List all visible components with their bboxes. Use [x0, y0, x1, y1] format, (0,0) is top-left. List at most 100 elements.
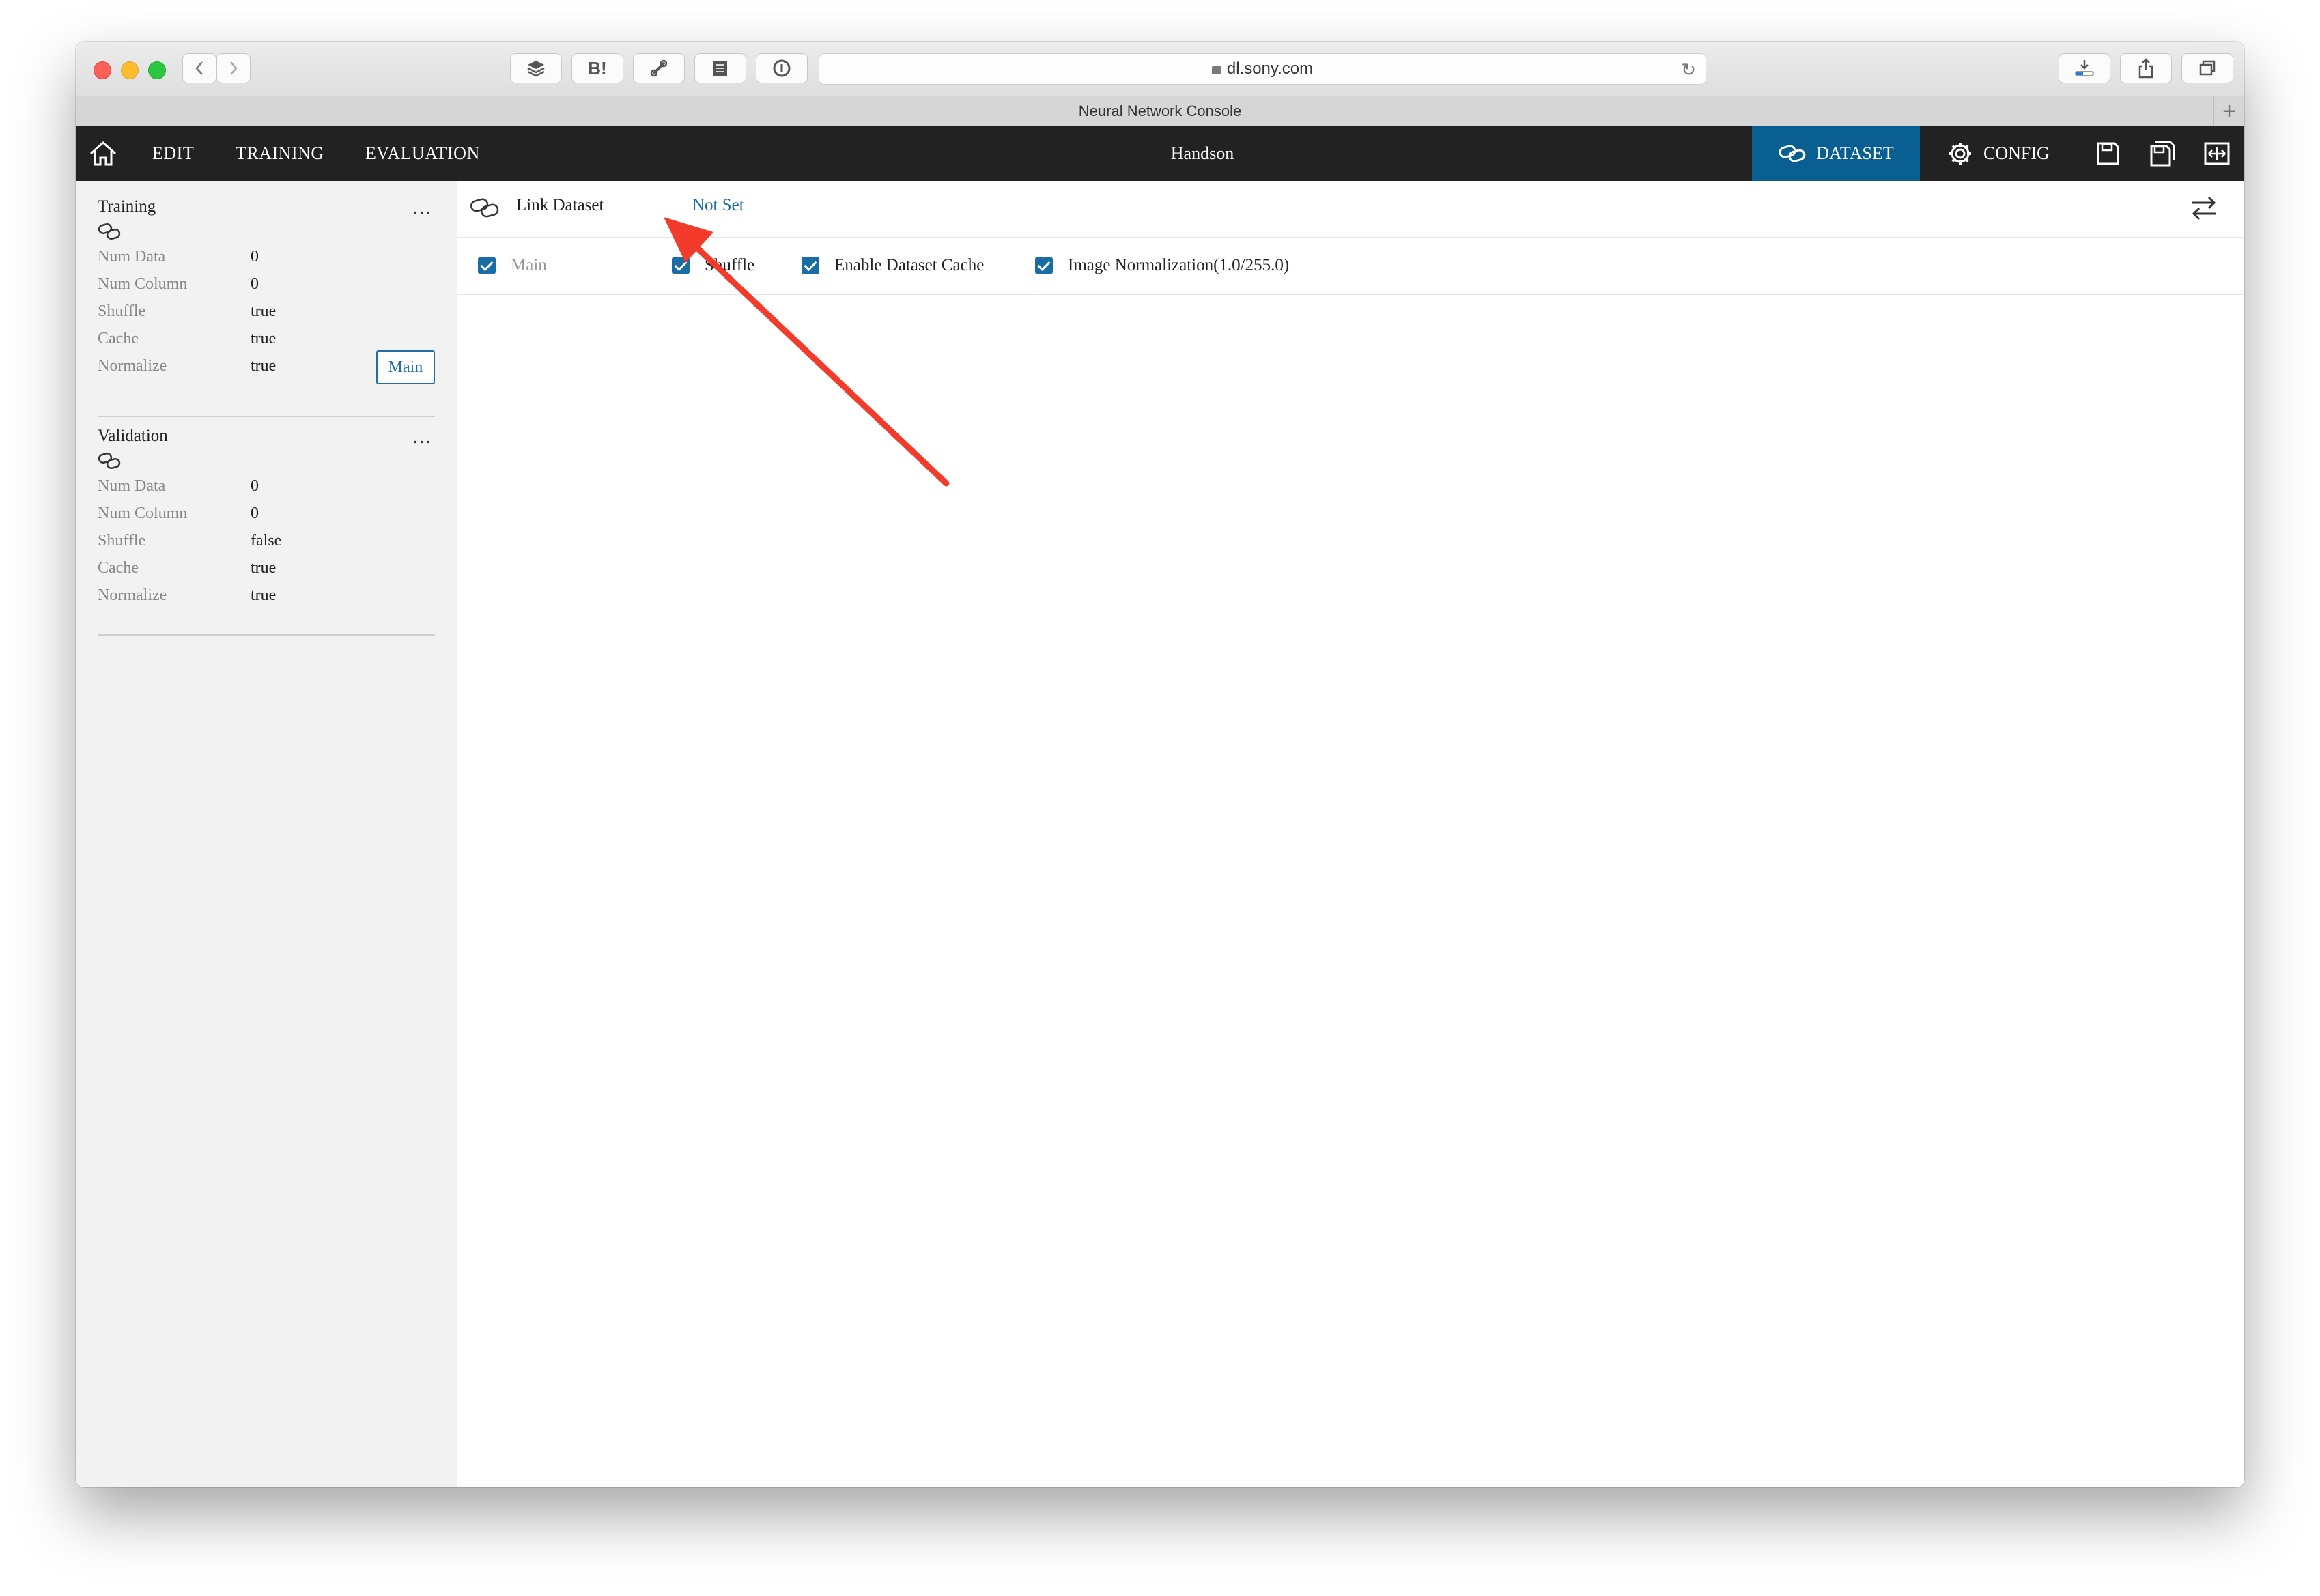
- row-label: Normalize: [98, 586, 167, 604]
- validation-row-num-data: Num Data 0: [98, 477, 435, 498]
- tab-dataset[interactable]: DATASET: [1752, 126, 1920, 181]
- row-value: 0: [251, 477, 259, 495]
- tabs-icon: [2199, 60, 2216, 76]
- option-enable-dataset-cache[interactable]: Enable Dataset Cache: [802, 255, 984, 276]
- checkbox-shuffle[interactable]: [672, 257, 690, 274]
- training-dataset-card[interactable]: Training ... Num Data 0 Num Column 0 Shu…: [98, 196, 435, 423]
- chevron-left-icon: [195, 61, 203, 75]
- dataset-main-panel: Link Dataset Not Set Main Shuffle Enable…: [457, 181, 2244, 1487]
- option-image-normalization[interactable]: Image Normalization(1.0/255.0): [1035, 255, 1289, 276]
- validation-row-num-column: Num Column 0: [98, 504, 435, 525]
- info-circle-icon: [773, 59, 791, 77]
- dataset-options-row: Main Shuffle Enable Dataset Cache Image …: [457, 237, 2244, 295]
- layers-extension-button[interactable]: [510, 53, 562, 83]
- checkbox-image-normalization[interactable]: [1035, 257, 1053, 274]
- training-more-button[interactable]: ...: [413, 196, 433, 219]
- link-dataset-label: Link Dataset: [516, 196, 604, 214]
- lock-icon: [1211, 66, 1221, 74]
- row-value: true: [251, 559, 277, 577]
- row-label: Num Column: [98, 275, 188, 293]
- address-bar[interactable]: dl.sony.com ↻: [819, 53, 1706, 85]
- project-title: Handson: [1170, 143, 1234, 163]
- link-dataset-row: Link Dataset Not Set: [457, 181, 2244, 238]
- training-row-num-column: Num Column 0: [98, 275, 435, 296]
- validation-row-cache: Cache true: [98, 559, 435, 580]
- validation-row-normalize: Normalize true: [98, 586, 435, 607]
- notebook-icon: [713, 61, 727, 76]
- hatena-label: B!: [588, 57, 607, 79]
- main-dataset-badge[interactable]: Main: [376, 350, 435, 384]
- row-value: true: [251, 302, 277, 320]
- browser-toolbar: B! dl.sony.com ↻: [76, 42, 2244, 97]
- tabs-overview-button[interactable]: [2181, 53, 2233, 83]
- new-tab-button[interactable]: +: [2213, 96, 2244, 126]
- link-icon: [470, 198, 499, 218]
- notes-extension-button[interactable]: [694, 53, 746, 83]
- app-header: EDIT TRAINING EVALUATION Handson DATASET…: [76, 126, 2244, 181]
- download-icon: [2075, 60, 2094, 76]
- row-value: 0: [251, 275, 259, 293]
- validation-row-shuffle: Shuffle false: [98, 532, 435, 552]
- row-label: Normalize: [98, 357, 167, 375]
- checkbox-main[interactable]: [478, 257, 496, 274]
- section-divider: [98, 416, 435, 417]
- training-row-cache: Cache true: [98, 330, 435, 350]
- close-window-button[interactable]: [94, 61, 111, 79]
- link-dataset-value[interactable]: Not Set: [692, 196, 744, 215]
- training-title: Training: [98, 197, 156, 216]
- validation-dataset-card[interactable]: Validation ... Num Data 0 Num Column 0 S…: [98, 425, 435, 645]
- option-main[interactable]: Main: [478, 255, 547, 276]
- checkbox-enable-dataset-cache[interactable]: [802, 257, 819, 274]
- training-row-shuffle: Shuffle true: [98, 302, 435, 323]
- nav-training[interactable]: TRAINING: [236, 126, 324, 181]
- swap-arrows-icon[interactable]: [2188, 193, 2220, 223]
- password-extension-button[interactable]: [756, 53, 808, 83]
- link-icon: [98, 452, 121, 470]
- option-cache-label: Enable Dataset Cache: [834, 256, 985, 274]
- row-label: Num Column: [98, 504, 188, 522]
- row-value: true: [251, 357, 277, 375]
- browser-window: B! dl.sony.com ↻ Neural Network Console …: [76, 42, 2244, 1487]
- validation-title: Validation: [98, 427, 168, 445]
- save-as-icon[interactable]: [2149, 140, 2176, 167]
- validation-more-button[interactable]: ...: [413, 425, 433, 448]
- share-button[interactable]: [2120, 53, 2172, 83]
- url-text: dl.sony.com: [1226, 59, 1314, 78]
- chevron-right-icon: [230, 61, 238, 75]
- option-main-label: Main: [511, 256, 547, 274]
- row-value: true: [251, 586, 277, 604]
- save-icon[interactable]: [2094, 140, 2121, 167]
- home-icon[interactable]: [88, 140, 118, 167]
- hatena-bookmark-button[interactable]: B!: [571, 53, 623, 83]
- link-extension-button[interactable]: [633, 53, 685, 83]
- link-icon: [1779, 145, 1806, 162]
- option-normalization-label: Image Normalization(1.0/255.0): [1068, 256, 1290, 274]
- layers-icon: [527, 61, 545, 77]
- row-value: 0: [251, 504, 259, 522]
- maximize-window-button[interactable]: [148, 61, 166, 79]
- reload-icon[interactable]: ↻: [1681, 59, 1696, 81]
- section-divider: [98, 634, 435, 636]
- tab-dataset-label: DATASET: [1816, 143, 1894, 163]
- option-shuffle-label: Shuffle: [705, 256, 755, 274]
- nav-edit[interactable]: EDIT: [152, 126, 194, 181]
- fit-screen-icon[interactable]: [2203, 140, 2231, 167]
- row-label: Num Data: [98, 248, 166, 266]
- forward-button[interactable]: [216, 53, 251, 83]
- back-button[interactable]: [182, 53, 216, 83]
- downloads-button[interactable]: [2059, 53, 2110, 83]
- nav-evaluation[interactable]: EVALUATION: [365, 126, 480, 181]
- row-value: 0: [251, 248, 259, 266]
- row-label: Shuffle: [98, 532, 146, 550]
- link-chain-icon: [650, 59, 668, 77]
- row-value: true: [251, 330, 277, 347]
- training-row-num-data: Num Data 0: [98, 248, 435, 268]
- tab-config-label: CONFIG: [1983, 143, 2050, 163]
- minimize-window-button[interactable]: [121, 61, 139, 79]
- row-label: Num Data: [98, 477, 166, 495]
- option-shuffle[interactable]: Shuffle: [672, 255, 754, 276]
- tab-config[interactable]: CONFIG: [1947, 126, 2050, 181]
- row-label: Shuffle: [98, 302, 146, 320]
- gear-icon: [1949, 143, 1971, 165]
- tab-title[interactable]: Neural Network Console: [1079, 102, 1241, 120]
